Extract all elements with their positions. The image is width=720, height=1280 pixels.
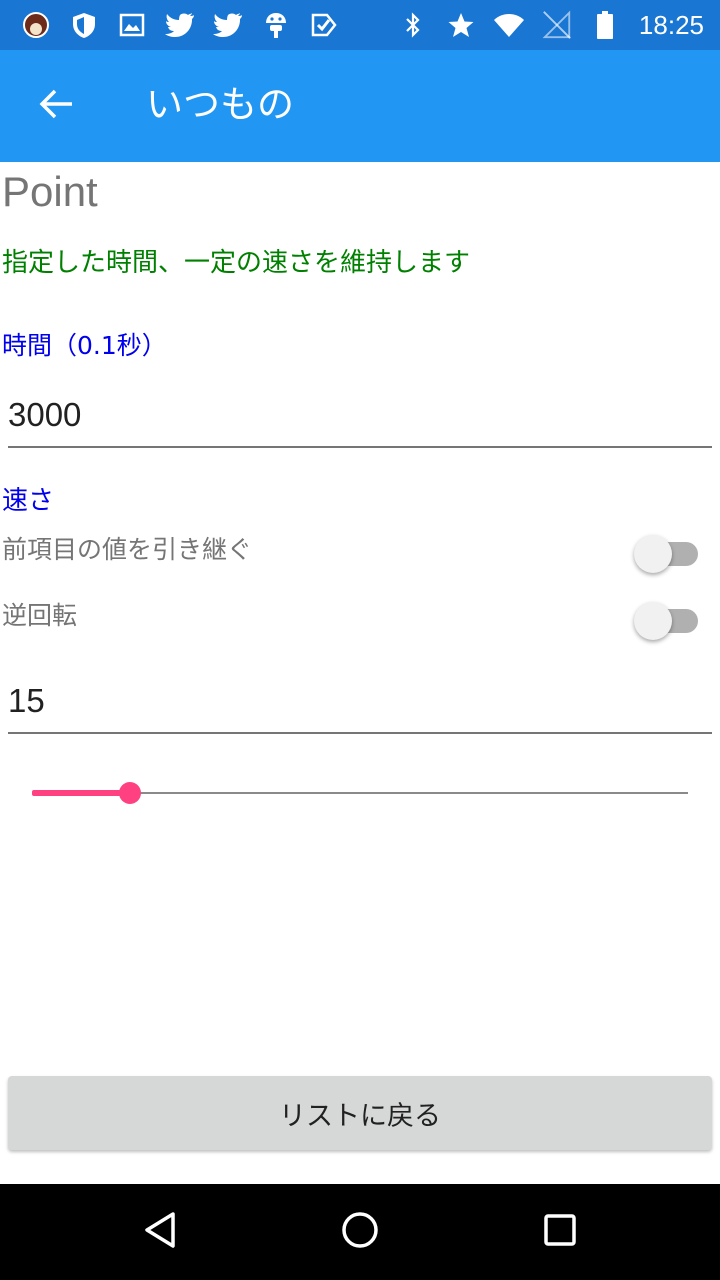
slider-fill [32, 790, 130, 796]
notification-icons [20, 9, 340, 41]
speed-field[interactable] [8, 682, 712, 734]
navigation-bar [0, 1184, 720, 1280]
bluetooth-icon [397, 9, 429, 41]
speed-input[interactable] [8, 682, 712, 720]
image-icon [116, 9, 148, 41]
time-label: 時間（0.1秒） [2, 331, 167, 360]
nav-recents-button[interactable] [536, 1208, 584, 1256]
battery-icon [589, 9, 621, 41]
app-check-icon [308, 9, 340, 41]
speed-slider[interactable] [32, 778, 688, 808]
time-input[interactable] [8, 396, 712, 434]
circle-home-icon [340, 1210, 380, 1254]
square-recents-icon [540, 1210, 580, 1254]
back-button[interactable] [24, 74, 88, 138]
nav-back-button[interactable] [136, 1208, 184, 1256]
twitter-icon [164, 9, 196, 41]
speed-label: 速さ [2, 486, 55, 516]
status-bar: 18:25 [0, 0, 720, 50]
shield-icon [68, 9, 100, 41]
avatar-icon [20, 9, 52, 41]
system-icons: 18:25 [397, 9, 704, 41]
reverse-label: 逆回転 [2, 601, 78, 630]
switch-thumb [634, 535, 672, 573]
page-title: いつもの [146, 83, 294, 126]
app-bar: いつもの [0, 50, 720, 162]
clock: 18:25 [638, 9, 704, 40]
wifi-icon [493, 9, 525, 41]
reverse-switch[interactable] [634, 597, 698, 640]
switch-thumb [634, 602, 672, 640]
back-to-list-button[interactable]: リストに戻る [8, 1076, 712, 1150]
time-field[interactable] [8, 396, 712, 448]
triangle-back-icon [140, 1210, 180, 1254]
twitter-icon [212, 9, 244, 41]
description-text: 指定した時間、一定の速さを維持します [2, 248, 471, 278]
star-icon [445, 9, 477, 41]
inherit-label: 前項目の値を引き継ぐ [2, 535, 253, 564]
arrow-back-icon [38, 88, 74, 124]
inherit-switch[interactable] [634, 530, 698, 573]
slider-thumb[interactable] [119, 782, 141, 804]
section-title: Point [2, 168, 98, 215]
no-signal-icon [541, 9, 573, 41]
android-icon [260, 9, 292, 41]
nav-home-button[interactable] [336, 1208, 384, 1256]
